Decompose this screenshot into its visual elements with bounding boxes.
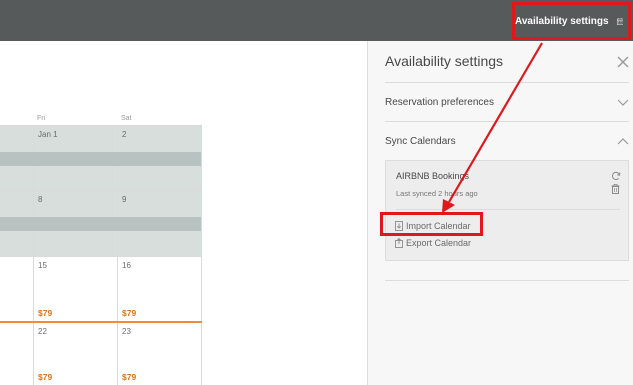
day-price: $79: [122, 308, 137, 318]
availability-settings-label: Availability settings: [515, 15, 609, 27]
day-price: $79: [38, 372, 53, 382]
import-highlight-box: [380, 212, 483, 236]
top-bar: Availability settings: [0, 0, 633, 41]
divider: [385, 82, 629, 83]
day-number: 2: [122, 130, 127, 139]
calendar-cell[interactable]: 16 $79: [118, 257, 202, 322]
day-name-fri: Fri: [37, 115, 46, 122]
availability-settings-button[interactable]: Availability settings: [512, 2, 631, 40]
export-file-icon: [395, 238, 403, 248]
day-number: 23: [122, 327, 131, 336]
day-name-sat: Sat: [121, 115, 132, 122]
divider: [385, 280, 629, 281]
day-number: 15: [38, 261, 47, 270]
card-divider: [396, 209, 620, 210]
day-price: $79: [38, 308, 53, 318]
refresh-icon[interactable]: [611, 171, 621, 181]
divider: [385, 121, 629, 122]
last-synced-text: Last synced 2 hours ago: [396, 189, 478, 198]
trash-icon[interactable]: [611, 184, 620, 194]
blocked-band: [0, 152, 201, 166]
day-number: 9: [122, 195, 127, 204]
day-price: $79: [122, 372, 137, 382]
sync-calendars-toggle[interactable]: Sync Calendars: [385, 136, 456, 147]
app-root: Availability settings Fri Sat Jan 1 2 8 …: [0, 0, 633, 385]
day-number: 16: [122, 261, 131, 270]
chevron-up-icon[interactable]: [617, 137, 629, 145]
export-calendar-link[interactable]: Export Calendar: [395, 238, 471, 248]
calendar-cell[interactable]: [0, 323, 34, 385]
close-icon[interactable]: [616, 55, 630, 69]
calendar-icon: [616, 17, 623, 25]
calendar-cell[interactable]: 22 $79: [34, 323, 118, 385]
chevron-down-icon[interactable]: [617, 99, 629, 107]
export-calendar-label: Export Calendar: [406, 238, 472, 248]
blocked-band: [0, 217, 201, 231]
panel-title: Availability settings: [385, 53, 504, 69]
calendar-cell[interactable]: [0, 257, 34, 322]
day-number: 22: [38, 327, 47, 336]
day-number: Jan 1: [38, 130, 58, 139]
calendar-cell[interactable]: 23 $79: [118, 323, 202, 385]
day-number: 8: [38, 195, 43, 204]
calendar-cell[interactable]: 15 $79: [34, 257, 118, 322]
reservation-preferences-toggle[interactable]: Reservation preferences: [385, 97, 494, 108]
sync-calendar-name: AIRBNB Bookings: [396, 171, 470, 181]
